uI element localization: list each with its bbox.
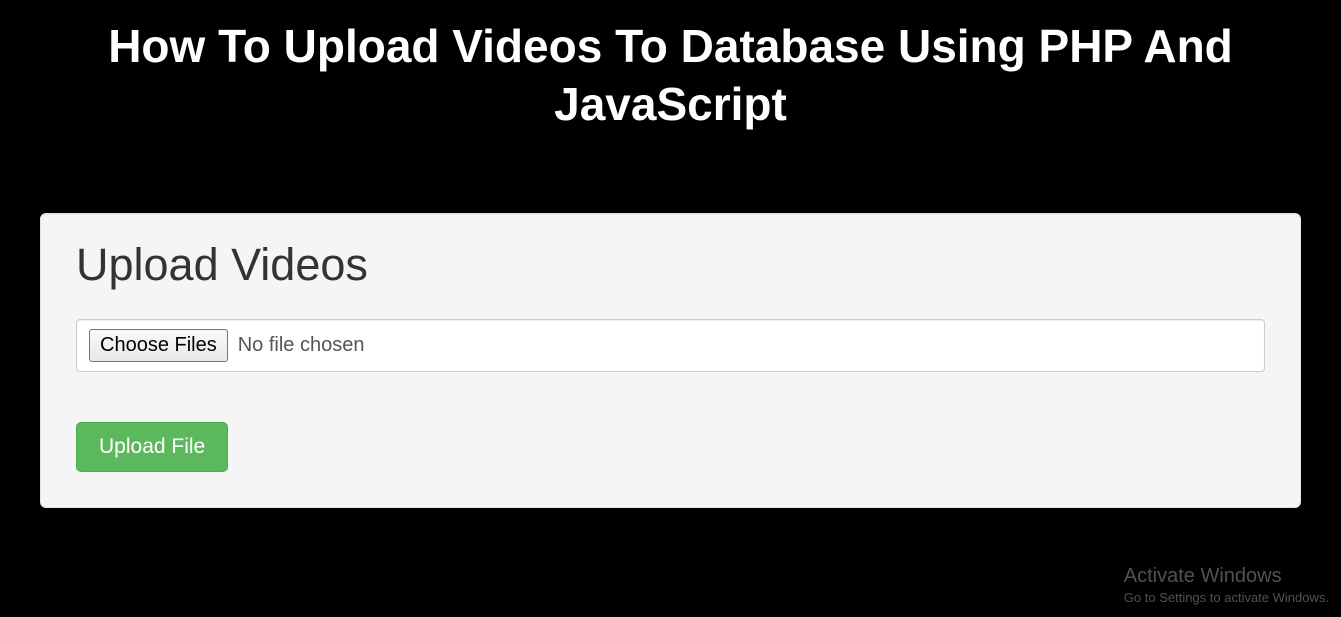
watermark-subtitle: Go to Settings to activate Windows. [1124,590,1329,605]
file-status-text: No file chosen [238,334,365,357]
page-title: How To Upload Videos To Database Using P… [0,0,1341,133]
choose-files-button[interactable]: Choose Files [89,329,228,362]
file-input[interactable]: Choose Files No file chosen [76,319,1265,372]
upload-file-button[interactable]: Upload File [76,422,228,472]
upload-panel: Upload Videos Choose Files No file chose… [40,213,1301,508]
panel-heading: Upload Videos [76,239,1265,291]
windows-activation-watermark: Activate Windows Go to Settings to activ… [1124,565,1329,605]
watermark-title: Activate Windows [1124,565,1329,588]
